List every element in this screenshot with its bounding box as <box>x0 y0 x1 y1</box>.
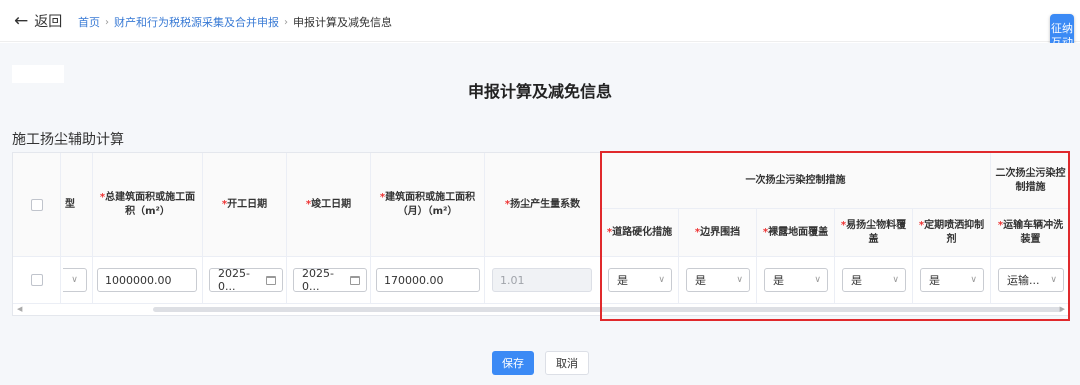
spray-select[interactable]: 是 ∨ <box>920 268 984 292</box>
header-end-date-label: 竣工日期 <box>311 198 352 210</box>
horizontal-scrollbar[interactable]: ◀ ▶ <box>13 304 1069 314</box>
table-row-vehicle-wash: 运输... ∨ <box>991 257 1069 304</box>
chevron-down-icon: ∨ <box>970 275 977 285</box>
header-group-secondary: 二次扬尘污染控制措施 <box>991 153 1069 209</box>
table-row-spray: 是 ∨ <box>913 257 991 304</box>
breadcrumb-current: 申报计算及减免信息 <box>293 16 392 29</box>
header-dust-coef: *扬尘产生量系数 <box>485 153 601 257</box>
breadcrumb-parent[interactable]: 财产和行为税税源采集及合并申报 <box>114 14 279 30</box>
table-row-dust-coef: 1.01 <box>485 257 601 304</box>
header-vehicle-wash: *运输车辆冲洗装置 <box>991 209 1069 257</box>
vehicle-wash-select[interactable]: 运输... ∨ <box>998 268 1064 292</box>
table-row-material-cover: 是 ∨ <box>835 257 913 304</box>
table-row-road-harden: 是 ∨ <box>601 257 679 304</box>
header-group-primary: 一次扬尘污染控制措施 <box>601 153 991 209</box>
end-date-value: 2025-0... <box>302 267 334 293</box>
bare-cover-select[interactable]: 是 ∨ <box>764 268 828 292</box>
table-row-start-date: 2025-0... <box>203 257 287 304</box>
scrollbar-thumb[interactable] <box>153 307 1063 312</box>
chevron-down-icon: ∨ <box>892 275 899 285</box>
header-dust-coef-label: 扬尘产生量系数 <box>510 198 581 210</box>
type-select[interactable]: ∨ <box>63 268 87 292</box>
header-border-fence-label: 边界围挡 <box>700 226 741 238</box>
material-cover-value: 是 <box>851 274 862 287</box>
table-row-select <box>13 257 61 304</box>
chevron-down-icon: ∨ <box>736 275 743 285</box>
table-row-end-date: 2025-0... <box>287 257 371 304</box>
bare-cover-value: 是 <box>773 274 784 287</box>
vehicle-wash-value: 运输... <box>1007 274 1040 287</box>
arrow-left-icon: ← <box>14 10 29 31</box>
chevron-down-icon: ∨ <box>814 275 821 285</box>
breadcrumb: 首页 › 财产和行为税税源采集及合并申报 › 申报计算及减免信息 <box>78 14 392 30</box>
top-bar: ← 返回 首页 › 财产和行为税税源采集及合并申报 › 申报计算及减免信息 <box>0 0 1080 42</box>
header-road-harden-label: 道路硬化措施 <box>612 226 673 238</box>
end-date-picker[interactable]: 2025-0... <box>293 267 367 293</box>
header-total-area-label: 总建筑面积或施工面积（m²） <box>105 191 196 217</box>
back-label: 返回 <box>34 14 63 30</box>
spray-value: 是 <box>929 274 940 287</box>
save-button[interactable]: 保存 <box>492 351 534 375</box>
start-date-picker[interactable]: 2025-0... <box>209 267 283 293</box>
cancel-button[interactable]: 取消 <box>545 351 589 375</box>
header-bare-cover-label: 裸露地面覆盖 <box>768 226 829 238</box>
select-all-checkbox[interactable] <box>30 198 43 211</box>
header-type-label: 型 <box>65 198 75 210</box>
header-start-date: *开工日期 <box>203 153 287 257</box>
header-group-secondary-label: 二次扬尘污染控制措施 <box>995 167 1066 193</box>
header-material-cover-label: 易扬尘物料覆盖 <box>846 219 907 245</box>
border-fence-select[interactable]: 是 ∨ <box>686 268 750 292</box>
chevron-down-icon: ∨ <box>1050 275 1057 285</box>
scroll-right-icon[interactable]: ▶ <box>1060 305 1065 313</box>
header-monthly-area-label: 建筑面积或施工面积（月）（m²） <box>385 191 476 217</box>
row-checkbox[interactable] <box>30 274 43 286</box>
header-road-harden: *道路硬化措施 <box>601 209 679 257</box>
header-border-fence: *边界围挡 <box>679 209 757 257</box>
road-harden-select[interactable]: 是 ∨ <box>608 268 672 292</box>
breadcrumb-home[interactable]: 首页 <box>78 14 100 30</box>
chevron-right-icon: › <box>284 16 288 28</box>
back-button[interactable]: ← 返回 <box>14 11 62 31</box>
header-select-all <box>13 153 61 257</box>
page-title: 申报计算及减免信息 <box>467 82 612 101</box>
chevron-down-icon: ∨ <box>658 275 665 285</box>
header-end-date: *竣工日期 <box>287 153 371 257</box>
header-type: 型 <box>61 153 93 257</box>
calendar-icon <box>266 275 276 285</box>
header-material-cover: *易扬尘物料覆盖 <box>835 209 913 257</box>
header-spray-label: 定期喷洒抑制剂 <box>924 219 985 245</box>
scroll-left-icon[interactable]: ◀ <box>17 305 22 313</box>
header-monthly-area: *建筑面积或施工面积（月）（m²） <box>371 153 485 257</box>
section-title: 施工扬尘辅助计算 <box>12 132 124 148</box>
table-row-monthly-area: 170000.00 <box>371 257 485 304</box>
start-date-value: 2025-0... <box>218 267 250 293</box>
table-row-bare-cover: 是 ∨ <box>757 257 835 304</box>
table-row-border-fence: 是 ∨ <box>679 257 757 304</box>
dust-calc-table: 型 *总建筑面积或施工面积（m²） *开工日期 *竣工日期 *建筑面积或施工面积… <box>12 152 1070 316</box>
calendar-icon <box>350 275 360 285</box>
header-spray: *定期喷洒抑制剂 <box>913 209 991 257</box>
total-area-input[interactable]: 1000000.00 <box>97 268 197 292</box>
chevron-down-icon: ∨ <box>71 275 78 285</box>
header-total-area: *总建筑面积或施工面积（m²） <box>93 153 203 257</box>
header-bare-cover: *裸露地面覆盖 <box>757 209 835 257</box>
header-vehicle-wash-label: 运输车辆冲洗装置 <box>1003 219 1064 245</box>
table-row-total-area: 1000000.00 <box>93 257 203 304</box>
road-harden-value: 是 <box>617 274 628 287</box>
border-fence-value: 是 <box>695 274 706 287</box>
table-row-type: ∨ <box>61 257 93 304</box>
header-start-date-label: 开工日期 <box>227 198 268 210</box>
material-cover-select[interactable]: 是 ∨ <box>842 268 906 292</box>
header-group-primary-label: 一次扬尘污染控制措施 <box>745 174 846 186</box>
dust-coef-input: 1.01 <box>492 268 592 292</box>
monthly-area-input[interactable]: 170000.00 <box>376 268 480 292</box>
chevron-right-icon: › <box>105 16 109 28</box>
